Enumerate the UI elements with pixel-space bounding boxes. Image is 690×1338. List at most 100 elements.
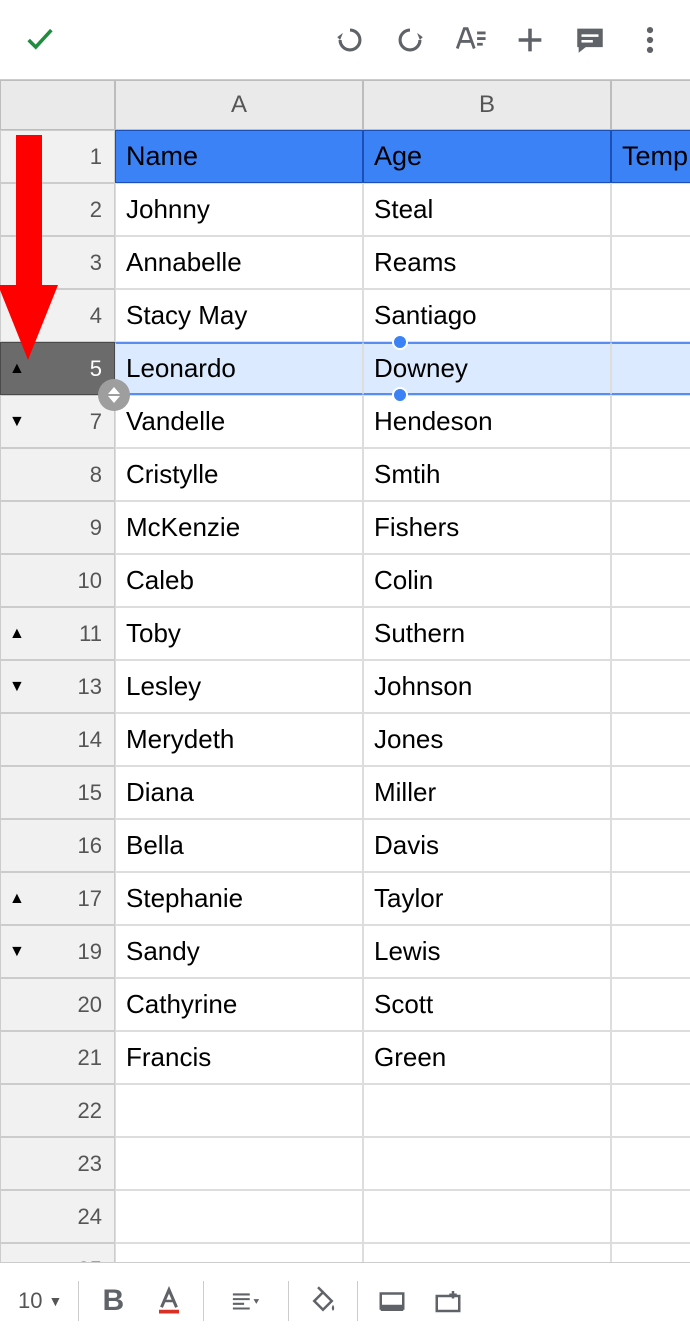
row-header[interactable]: 22 [0,1084,115,1137]
cell-format-button[interactable] [364,1273,420,1329]
cell-C[interactable] [611,342,690,395]
cell-A[interactable]: McKenzie [115,501,363,554]
row-header[interactable]: 21 [0,1031,115,1084]
row-header[interactable]: 8 [0,448,115,501]
cell-A[interactable]: Cathyrine [115,978,363,1031]
row-header[interactable]: ▼13 [0,660,115,713]
cell-C[interactable] [611,819,690,872]
collapse-up-icon[interactable]: ▲ [9,360,25,378]
cell-C[interactable] [611,1137,690,1190]
cell-B[interactable]: Johnson [363,660,611,713]
cell-B[interactable]: Lewis [363,925,611,978]
selection-handle-top-icon[interactable] [392,334,408,350]
cell-B[interactable]: Age [363,130,611,183]
cell-B[interactable]: Taylor [363,872,611,925]
collapse-up-icon[interactable]: ▲ [9,625,25,643]
table-row[interactable]: 16BellaDavis [0,819,690,872]
row-header[interactable]: 1 [0,130,115,183]
cell-B[interactable]: Smtih [363,448,611,501]
cell-C[interactable] [611,660,690,713]
select-all-corner[interactable] [0,80,115,130]
row-drag-handle-icon[interactable] [98,379,130,411]
cell-C[interactable] [611,183,690,236]
cell-B[interactable]: Colin [363,554,611,607]
cell-A[interactable]: Stacy May [115,289,363,342]
selection-handle-bottom-icon[interactable] [392,387,408,403]
table-row[interactable]: 24 [0,1190,690,1243]
cell-C[interactable]: Temp [611,130,690,183]
cell-B[interactable]: Scott [363,978,611,1031]
table-row[interactable]: 21FrancisGreen [0,1031,690,1084]
undo-button[interactable] [320,10,380,70]
row-header[interactable]: 2 [0,183,115,236]
text-color-button[interactable] [141,1273,197,1329]
cell-A[interactable]: Francis [115,1031,363,1084]
cell-B[interactable] [363,1190,611,1243]
row-header[interactable]: 16 [0,819,115,872]
expand-down-icon[interactable]: ▼ [9,413,25,431]
cell-C[interactable] [611,289,690,342]
table-row[interactable]: 23 [0,1137,690,1190]
row-header[interactable]: ▲11 [0,607,115,660]
cell-C[interactable] [611,978,690,1031]
column-header-C[interactable] [611,80,690,130]
cell-C[interactable] [611,872,690,925]
row-header[interactable]: ▼19 [0,925,115,978]
comment-button[interactable] [560,10,620,70]
cell-C[interactable] [611,501,690,554]
table-row[interactable]: 20CathyrineScott [0,978,690,1031]
column-header-B[interactable]: B [363,80,611,130]
text-format-button[interactable] [440,10,500,70]
cell-C[interactable] [611,1031,690,1084]
table-row[interactable]: 14MerydethJones [0,713,690,766]
redo-button[interactable] [380,10,440,70]
cell-B[interactable]: Steal [363,183,611,236]
expand-down-icon[interactable]: ▼ [9,943,25,961]
cell-A[interactable] [115,1137,363,1190]
more-button[interactable] [620,10,680,70]
row-header[interactable]: 15 [0,766,115,819]
row-header[interactable]: ▲17 [0,872,115,925]
row-header[interactable]: 24 [0,1190,115,1243]
cell-C[interactable] [611,395,690,448]
cell-B[interactable]: Fishers [363,501,611,554]
confirm-button[interactable] [10,10,70,70]
table-row[interactable]: 1NameAgeTemp [0,130,690,183]
row-header[interactable]: 4 [0,289,115,342]
cell-A[interactable]: Merydeth [115,713,363,766]
cell-C[interactable] [611,925,690,978]
cell-A[interactable] [115,1190,363,1243]
cell-C[interactable] [611,713,690,766]
cell-A[interactable]: Diana [115,766,363,819]
row-header[interactable]: 9 [0,501,115,554]
table-row[interactable]: 22 [0,1084,690,1137]
cell-A[interactable]: Lesley [115,660,363,713]
insert-cell-button[interactable] [420,1273,476,1329]
cell-A[interactable]: Johnny [115,183,363,236]
cell-A[interactable] [115,1084,363,1137]
table-row[interactable]: ▲5LeonardoDowney [0,342,690,395]
table-row[interactable]: ▲11TobySuthern [0,607,690,660]
table-row[interactable]: 3AnnabelleReams [0,236,690,289]
cell-A[interactable]: Vandelle [115,395,363,448]
cell-A[interactable]: Cristylle [115,448,363,501]
spreadsheet-grid[interactable]: A B 1NameAgeTemp2JohnnySteal3AnnabelleRe… [0,80,690,1296]
row-header[interactable]: 20 [0,978,115,1031]
cell-B[interactable] [363,1084,611,1137]
cell-C[interactable] [611,554,690,607]
cell-A[interactable]: Caleb [115,554,363,607]
cell-C[interactable] [611,448,690,501]
table-row[interactable]: 15DianaMiller [0,766,690,819]
cell-A[interactable]: Name [115,130,363,183]
table-row[interactable]: ▼19SandyLewis [0,925,690,978]
table-row[interactable]: 4Stacy MaySantiago [0,289,690,342]
row-header[interactable]: 14 [0,713,115,766]
cell-A[interactable]: Bella [115,819,363,872]
row-header[interactable]: ▼7 [0,395,115,448]
row-header[interactable]: 10 [0,554,115,607]
table-row[interactable]: ▼13LesleyJohnson [0,660,690,713]
table-row[interactable]: 8CristylleSmtih [0,448,690,501]
cell-B[interactable]: Suthern [363,607,611,660]
cell-C[interactable] [611,1190,690,1243]
cell-B[interactable]: Davis [363,819,611,872]
